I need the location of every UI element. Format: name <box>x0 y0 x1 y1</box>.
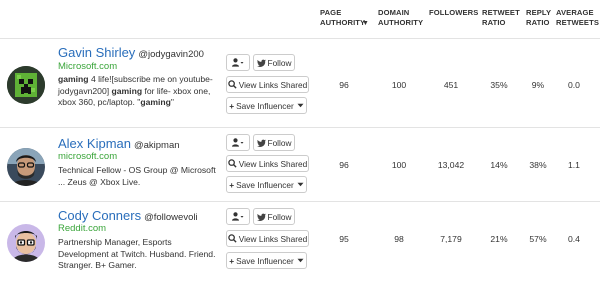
influencer-site[interactable]: Microsoft.com <box>58 61 117 72</box>
domain-authority-value: 98 <box>394 234 404 244</box>
plus-icon: + <box>229 255 235 266</box>
search-icon <box>227 80 237 89</box>
influencer-name[interactable]: Alex Kipman @akipman <box>58 136 180 151</box>
save-influencer-label: Save Influencer <box>236 255 294 266</box>
influencer-name[interactable]: Cody Conners @followevoli <box>58 208 198 223</box>
caret-down-icon <box>297 258 304 263</box>
table-row: Alex Kipman @akipman microsoft.com Techni… <box>0 128 600 208</box>
user-icon <box>232 212 244 221</box>
twitter-handle: @jodygavin200 <box>138 49 204 60</box>
col-page-authority-label: PAGE AUTHORITY <box>320 8 366 27</box>
header-divider <box>0 38 600 39</box>
view-links-label: View Links Shared <box>238 233 308 244</box>
average-retweets-value: 1.1 <box>568 160 580 170</box>
view-links-button[interactable]: View Links Shared <box>226 155 309 172</box>
influencer-site[interactable]: microsoft.com <box>58 151 117 162</box>
influencer-name-text[interactable]: Alex Kipman <box>58 136 131 151</box>
follow-label: Follow <box>267 57 292 68</box>
bio-text: " <box>170 97 174 107</box>
save-influencer-label: Save Influencer <box>236 179 294 190</box>
follow-label: Follow <box>267 211 292 222</box>
col-domain-authority[interactable]: DOMAIN AUTHORITY <box>378 8 428 28</box>
view-links-label: View Links Shared <box>238 158 308 169</box>
influencer-site[interactable]: Reddit.com <box>58 223 106 234</box>
user-menu-button[interactable] <box>226 134 250 151</box>
col-page-authority[interactable]: PAGE AUTHORITY▼ <box>320 8 369 29</box>
influencer-bio: gaming 4 life![subscribe me on youtube- … <box>58 74 218 109</box>
caret-down-icon <box>297 182 304 187</box>
followers-value: 451 <box>443 80 459 90</box>
follow-button[interactable]: Follow <box>253 134 295 151</box>
user-icon <box>232 58 244 67</box>
save-influencer-button[interactable]: + Save Influencer <box>226 97 307 114</box>
bio-highlight: gaming <box>58 74 89 84</box>
view-links-label: View Links Shared <box>238 79 308 90</box>
twitter-handle: @akipman <box>133 140 180 151</box>
user-icon <box>232 138 244 147</box>
view-links-button[interactable]: View Links Shared <box>226 76 309 93</box>
table-row: Gavin Shirley @jodygavin200 Microsoft.com… <box>0 40 600 120</box>
followers-value: 13,042 <box>437 160 465 170</box>
page-authority-value: 95 <box>339 234 349 244</box>
influencer-bio: Technical Fellow - OS Group @ Microsoft … <box>58 165 218 188</box>
col-reply-ratio[interactable]: REPLY RATIO <box>526 8 552 28</box>
user-menu-button[interactable] <box>226 54 250 71</box>
twitter-handle: @followevoli <box>144 212 198 223</box>
twitter-icon <box>256 213 266 221</box>
view-links-button[interactable]: View Links Shared <box>226 230 309 247</box>
domain-authority-value: 100 <box>391 160 407 170</box>
plus-icon: + <box>229 179 235 190</box>
table-row: Cody Conners @followevoli Reddit.com Part… <box>0 202 600 282</box>
bio-highlight: gaming <box>111 85 143 96</box>
influencer-name[interactable]: Gavin Shirley @jodygavin200 <box>58 45 204 60</box>
col-followers[interactable]: FOLLOWERS <box>429 8 478 18</box>
avatar[interactable] <box>7 148 45 186</box>
plus-icon: + <box>229 100 235 111</box>
influencer-name-text[interactable]: Gavin Shirley <box>58 45 135 60</box>
user-menu-button[interactable] <box>226 208 250 225</box>
followers-value: 7,179 <box>440 234 462 244</box>
search-icon <box>227 159 237 168</box>
follow-button[interactable]: Follow <box>253 54 295 71</box>
sort-desc-icon[interactable]: ▼ <box>362 20 369 27</box>
average-retweets-value: 0.4 <box>568 234 580 244</box>
twitter-icon <box>256 139 266 147</box>
average-retweets-value: 0.0 <box>568 80 580 90</box>
page-authority-value: 96 <box>339 80 349 90</box>
twitter-icon <box>256 59 266 67</box>
save-influencer-button[interactable]: + Save Influencer <box>226 252 307 269</box>
bio-text: Technical Fellow - OS Group @ Microsoft … <box>58 165 216 187</box>
avatar[interactable] <box>7 66 45 104</box>
follow-button[interactable]: Follow <box>253 208 295 225</box>
col-average-retweets[interactable]: AVERAGE RETWEETS <box>556 8 599 28</box>
bio-highlight: gaming <box>140 97 171 107</box>
domain-authority-value: 100 <box>391 80 407 90</box>
col-retweet-ratio[interactable]: RETWEET RATIO <box>482 8 520 28</box>
avatar[interactable] <box>7 224 45 262</box>
save-influencer-button[interactable]: + Save Influencer <box>226 176 307 193</box>
influencer-name-text[interactable]: Cody Conners <box>58 208 141 223</box>
save-influencer-label: Save Influencer <box>236 100 294 111</box>
page-authority-value: 96 <box>339 160 349 170</box>
bio-text: Partnership Manager, Esports Development… <box>58 237 216 270</box>
follow-label: Follow <box>267 137 292 148</box>
caret-down-icon <box>297 103 304 108</box>
influencer-bio: Partnership Manager, Esports Development… <box>58 237 218 272</box>
search-icon <box>227 234 237 243</box>
